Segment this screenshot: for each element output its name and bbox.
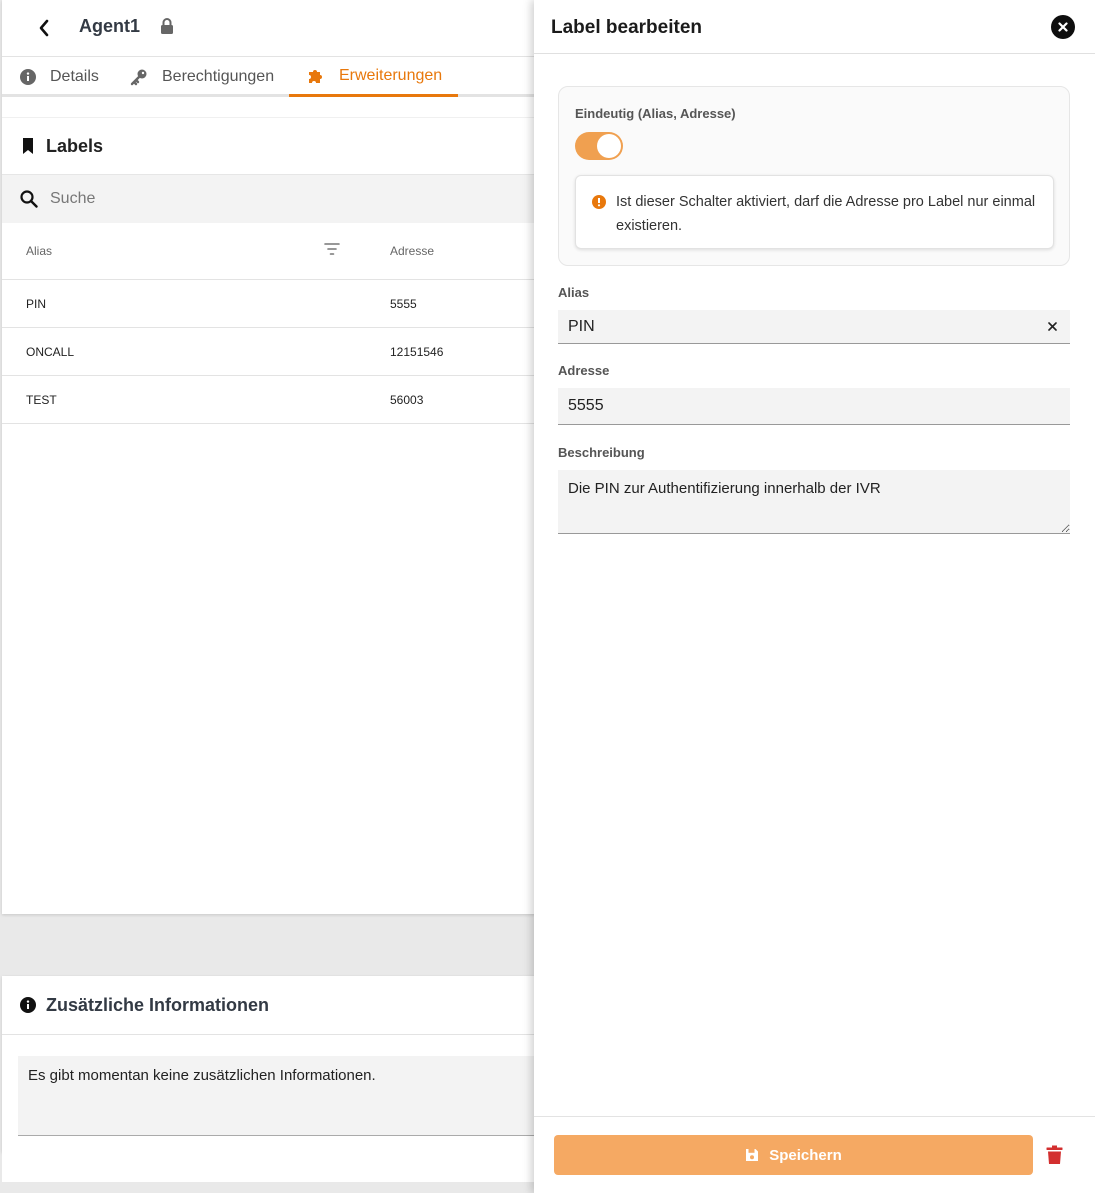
edit-label-drawer: Label bearbeiten Eindeutig (Alias, Adres…	[534, 0, 1095, 1193]
description-label: Beschreibung	[558, 445, 645, 460]
close-button[interactable]	[1051, 15, 1075, 39]
info-icon	[592, 195, 606, 209]
cell-alias: ONCALL	[26, 345, 75, 359]
unique-setting-box: Eindeutig (Alias, Adresse) Ist dieser Sc…	[558, 86, 1070, 266]
close-icon	[1058, 22, 1068, 32]
filter-icon[interactable]	[324, 242, 340, 259]
trash-icon	[1046, 1145, 1062, 1164]
close-icon	[1047, 321, 1057, 331]
back-button[interactable]	[32, 16, 56, 40]
drawer-title: Label bearbeiten	[551, 17, 702, 38]
additional-info-card: Zusätzliche Informationen Es gibt moment…	[2, 976, 542, 1152]
additional-info-header: Zusätzliche Informationen	[2, 976, 542, 1035]
save-button[interactable]: Speichern	[554, 1135, 1033, 1175]
tab-bar: Details Berechtigungen Erweiterungen	[2, 57, 542, 97]
save-label: Speichern	[769, 1146, 842, 1164]
address-input[interactable]	[558, 388, 1070, 425]
page-footer-band	[2, 1152, 542, 1182]
lock-icon	[160, 17, 174, 40]
search-input[interactable]	[50, 190, 450, 208]
cell-address: 56003	[390, 393, 424, 407]
alias-input[interactable]	[558, 310, 1070, 344]
tab-berechtigungen[interactable]: Berechtigungen	[130, 57, 274, 97]
unique-notice: Ist dieser Schalter aktiviert, darf die …	[575, 175, 1054, 249]
search-icon	[20, 190, 38, 208]
puzzle-icon	[309, 69, 322, 83]
bookmark-icon	[23, 138, 33, 154]
column-header-adresse[interactable]: Adresse	[390, 244, 434, 258]
agent-header: Agent1	[2, 0, 542, 57]
labels-header: Labels	[2, 117, 542, 174]
floppy-disk-icon	[746, 1149, 759, 1161]
cell-address: 5555	[390, 297, 417, 311]
key-icon	[130, 69, 147, 86]
unique-label: Eindeutig (Alias, Adresse)	[575, 106, 736, 121]
tab-label: Berechtigungen	[162, 68, 275, 85]
tab-label: Details	[50, 68, 99, 85]
clear-alias-button[interactable]	[1045, 319, 1059, 333]
cell-address: 12151546	[390, 345, 444, 359]
additional-info-text: Es gibt momentan keine zusätzlichen Info…	[18, 1056, 538, 1136]
drawer-header: Label bearbeiten	[534, 0, 1095, 54]
description-textarea[interactable]: Die PIN zur Authentifizierung innerhalb …	[558, 470, 1070, 534]
cell-alias: PIN	[26, 297, 47, 311]
table-row[interactable]: TEST 56003	[2, 376, 542, 424]
delete-button[interactable]	[1044, 1143, 1064, 1167]
tab-erweiterungen[interactable]: Erweiterungen	[289, 57, 459, 97]
labels-title: Labels	[46, 135, 104, 156]
notice-text: Ist dieser Schalter aktiviert, darf die …	[616, 194, 1036, 234]
labels-section: Labels Alias Adresse PIN 5555 ONCALL 121…	[2, 117, 542, 424]
search-bar	[2, 174, 542, 223]
tab-details[interactable]: Details	[20, 57, 99, 97]
table-row[interactable]: ONCALL 12151546	[2, 328, 542, 376]
info-icon	[20, 69, 36, 85]
column-header-alias[interactable]: Alias	[26, 244, 52, 258]
address-label: Adresse	[558, 363, 610, 378]
drawer-footer: Speichern	[534, 1116, 1095, 1193]
toggle-knob	[597, 134, 621, 158]
unique-toggle[interactable]	[575, 132, 623, 160]
tab-label: Erweiterungen	[339, 66, 443, 84]
additional-info-title: Zusätzliche Informationen	[46, 994, 270, 1015]
agent-title: Agent1	[79, 16, 141, 36]
alias-label: Alias	[558, 285, 590, 300]
info-icon	[20, 997, 36, 1013]
table-header: Alias Adresse	[2, 223, 542, 280]
agent-page: Agent1 Details Berechtigungen Erweiterun…	[2, 0, 542, 914]
chevron-left-icon	[39, 19, 49, 37]
cell-alias: TEST	[26, 393, 57, 407]
table-row[interactable]: PIN 5555	[2, 280, 542, 328]
